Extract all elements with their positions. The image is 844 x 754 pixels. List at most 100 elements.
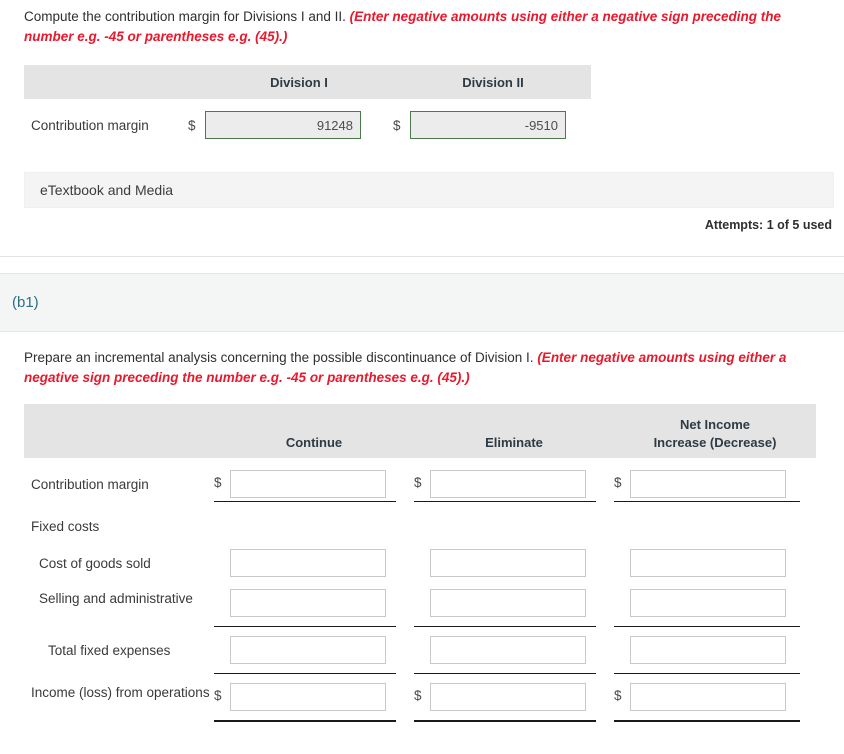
row-label-selling-and-administrative: Selling and administrative bbox=[39, 591, 193, 606]
net-income-selling-and-administrative-input[interactable] bbox=[630, 589, 786, 617]
cell-continue-total-fixed-expenses bbox=[214, 636, 414, 664]
currency-symbol: $ bbox=[214, 475, 222, 490]
rule-line bbox=[414, 673, 596, 674]
table-a-header-row: Division I Division II bbox=[24, 65, 591, 99]
rule-net-income bbox=[614, 623, 816, 632]
rule-continue bbox=[214, 498, 414, 507]
table-row: Contribution margin $ $ bbox=[24, 99, 591, 151]
rule-line bbox=[214, 673, 396, 674]
rule-line bbox=[414, 501, 596, 502]
eliminate-total-fixed-expenses-input[interactable] bbox=[430, 636, 586, 664]
row-label-total-fixed-expenses: Total fixed expenses bbox=[48, 643, 171, 658]
rule-continue bbox=[214, 670, 414, 679]
currency-spacer bbox=[214, 636, 223, 641]
table-row: Selling and administrative bbox=[24, 589, 816, 617]
contribution-margin-division-2-input[interactable] bbox=[410, 111, 566, 139]
cell-eliminate-income-loss: $ bbox=[414, 683, 614, 711]
cell-net-income-income-loss: $ bbox=[614, 683, 816, 711]
rule-eliminate bbox=[414, 623, 614, 632]
rule-line bbox=[614, 673, 800, 674]
currency-symbol: $ bbox=[393, 117, 401, 133]
cell-eliminate-cost-of-goods-sold bbox=[414, 549, 614, 577]
currency-spacer bbox=[414, 549, 423, 554]
column-header-net-income-line1: Net Income bbox=[679, 417, 751, 432]
rule-eliminate bbox=[414, 498, 614, 507]
currency-spacer bbox=[214, 589, 223, 594]
rule-net-income bbox=[614, 670, 816, 679]
cell-net-income-contribution-margin: $ bbox=[614, 470, 816, 498]
net-income-income-loss-input[interactable] bbox=[630, 683, 786, 711]
rule-net-income bbox=[614, 498, 816, 507]
cell-continue-selling-and-administrative bbox=[214, 589, 414, 617]
continue-income-loss-input[interactable] bbox=[230, 683, 386, 711]
eliminate-income-loss-input[interactable] bbox=[430, 683, 586, 711]
cell-net-income-selling-and-administrative bbox=[614, 589, 816, 617]
etextbook-and-media-label: eTextbook and Media bbox=[40, 182, 174, 198]
section-b: Prepare an incremental analysis concerni… bbox=[0, 340, 844, 726]
eliminate-contribution-margin-input[interactable] bbox=[430, 470, 586, 498]
rule-line bbox=[214, 720, 396, 722]
currency-symbol: $ bbox=[214, 688, 222, 703]
rule-eliminate bbox=[414, 670, 614, 679]
row-label-contribution-margin: Contribution margin bbox=[31, 117, 149, 133]
currency-symbol: $ bbox=[614, 475, 622, 490]
column-header-eliminate-line2: Eliminate bbox=[485, 435, 543, 450]
cell-net-income-cost-of-goods-sold bbox=[614, 549, 816, 577]
cell-eliminate-total-fixed-expenses bbox=[414, 636, 614, 664]
cell-continue-income-loss: $ bbox=[214, 683, 414, 711]
net-income-cost-of-goods-sold-input[interactable] bbox=[630, 549, 786, 577]
continue-cost-of-goods-sold-input[interactable] bbox=[230, 549, 386, 577]
section-a-prompt-main: Compute the contribution margin for Divi… bbox=[24, 9, 346, 24]
table-row: Income (loss) from operations $ $ $ bbox=[24, 679, 816, 711]
currency-symbol: $ bbox=[414, 688, 422, 703]
rule-line bbox=[614, 720, 800, 722]
continue-selling-and-administrative-input[interactable] bbox=[230, 589, 386, 617]
rule-continue bbox=[214, 623, 414, 632]
contribution-margin-division-1-input[interactable] bbox=[205, 111, 361, 139]
currency-spacer bbox=[614, 549, 623, 554]
rule-spacer bbox=[24, 498, 214, 507]
subtotal-rule bbox=[24, 623, 816, 632]
currency-spacer bbox=[414, 589, 423, 594]
section-b1-header: (b1) bbox=[0, 273, 844, 332]
section-b-prompt: Prepare an incremental analysis concerni… bbox=[0, 340, 844, 388]
rule-spacer bbox=[24, 623, 214, 632]
table-row: Total fixed expenses bbox=[24, 632, 816, 664]
cell-continue-contribution-margin: $ bbox=[214, 470, 414, 498]
net-income-contribution-margin-input[interactable] bbox=[630, 470, 786, 498]
rule-line bbox=[414, 720, 596, 722]
rule-line bbox=[214, 626, 396, 627]
column-header-net-income: Net Income Increase (Decrease) bbox=[614, 416, 816, 452]
table-b-header-row: Continue Eliminate Net Income Increase (… bbox=[24, 404, 816, 458]
currency-symbol: $ bbox=[414, 475, 422, 490]
rule-line bbox=[614, 626, 800, 627]
table-row: Fixed costs bbox=[24, 507, 816, 549]
subtotal-rule bbox=[24, 498, 816, 507]
etextbook-and-media-button[interactable]: eTextbook and Media bbox=[24, 172, 834, 208]
column-header-net-income-line2: Increase (Decrease) bbox=[653, 435, 777, 450]
net-income-total-fixed-expenses-input[interactable] bbox=[630, 636, 786, 664]
attempts-status: Attempts: 1 of 5 used bbox=[704, 218, 832, 232]
total-rule bbox=[24, 717, 816, 726]
rule-continue bbox=[214, 717, 414, 726]
column-header-division-1: Division I bbox=[270, 74, 328, 90]
section-b1-badge: (b1) bbox=[12, 294, 39, 311]
row-label-income-loss-from-operations: Income (loss) from operations bbox=[31, 685, 210, 700]
column-header-eliminate: Eliminate bbox=[414, 434, 614, 452]
table-row: Cost of goods sold bbox=[24, 549, 816, 577]
section-b-prompt-main: Prepare an incremental analysis concerni… bbox=[24, 350, 534, 365]
continue-contribution-margin-input[interactable] bbox=[230, 470, 386, 498]
question-page: Compute the contribution margin for Divi… bbox=[0, 0, 844, 754]
currency-symbol: $ bbox=[188, 117, 196, 133]
rule-net-income bbox=[614, 717, 816, 726]
cell-eliminate-contribution-margin: $ bbox=[414, 470, 614, 498]
eliminate-cost-of-goods-sold-input[interactable] bbox=[430, 549, 586, 577]
rule-spacer bbox=[24, 717, 214, 726]
continue-total-fixed-expenses-input[interactable] bbox=[230, 636, 386, 664]
rule-line bbox=[414, 626, 596, 627]
subtotal-rule bbox=[24, 670, 816, 679]
cell-division-2: $ bbox=[393, 111, 598, 139]
column-header-continue-line2: Continue bbox=[285, 435, 343, 450]
incremental-analysis-table: Continue Eliminate Net Income Increase (… bbox=[24, 404, 816, 726]
eliminate-selling-and-administrative-input[interactable] bbox=[430, 589, 586, 617]
